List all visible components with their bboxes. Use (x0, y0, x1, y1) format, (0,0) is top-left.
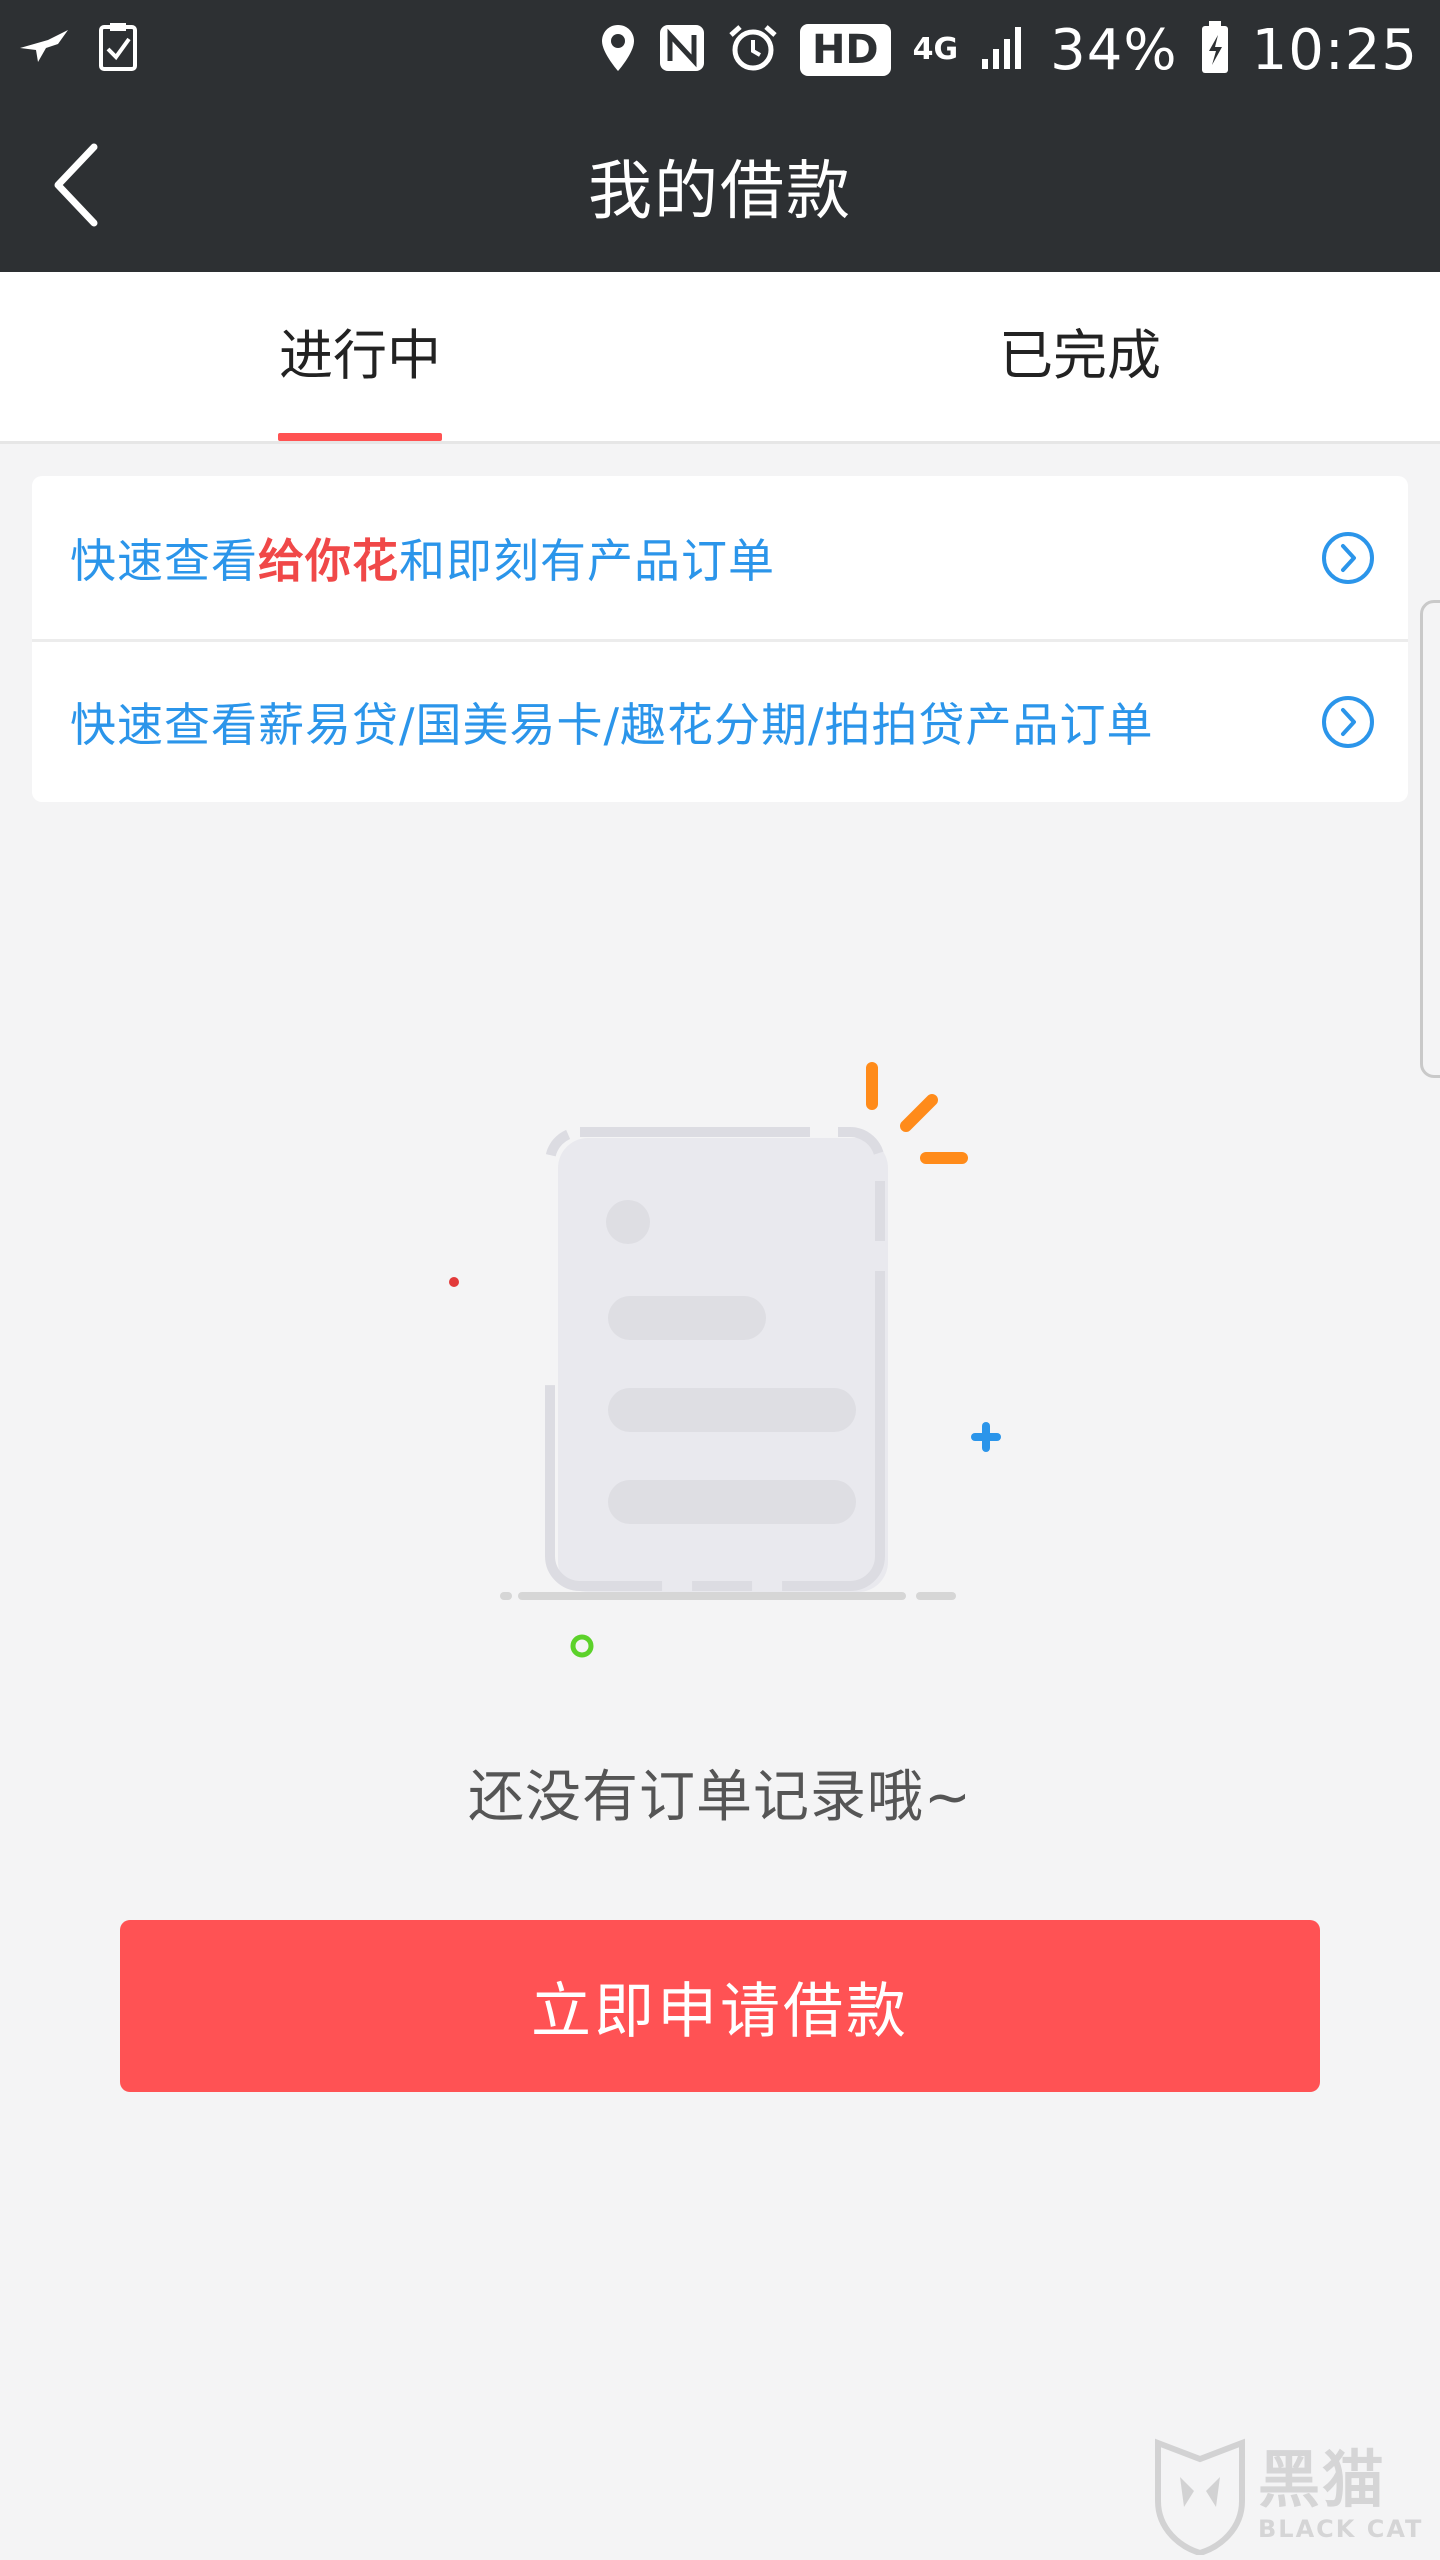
network-type: 4G (912, 32, 959, 67)
clipboard-check-icon (98, 21, 138, 79)
black-cat-logo-icon (1155, 2438, 1245, 2555)
location-icon (600, 23, 636, 77)
nfc-icon (658, 23, 706, 77)
tab-completed[interactable]: 已完成 (720, 272, 1440, 441)
red-dot (449, 1277, 459, 1287)
active-tab-indicator (278, 433, 442, 441)
quick-link-row-geinihua[interactable]: 快速查看给你花和即刻有产品订单 (32, 476, 1408, 639)
bird-app-icon (18, 26, 72, 74)
sparkle-icon (866, 1062, 968, 1164)
quick-link-row-partners[interactable]: 快速查看薪易贷/国美易卡/趣花分期/拍拍贷产品订单 (32, 639, 1408, 802)
watermark-text: 黑猫 BLACK CAT (1258, 2443, 1424, 2544)
alarm-icon (728, 23, 778, 77)
black-cat-watermark: 黑猫 BLACK CAT (1150, 2432, 1440, 2560)
tab-bar: 进行中 已完成 (0, 272, 1440, 444)
quick-links-card: 快速查看给你花和即刻有产品订单 快速查看薪易贷/国美易卡/趣花分期/拍拍贷产品订… (32, 476, 1408, 802)
empty-document-illustration (449, 1062, 1001, 1658)
quick-link-prefix: 快速查看 (70, 533, 258, 588)
chevron-right-circle-icon (1322, 531, 1374, 584)
clock: 10:25 (1251, 17, 1418, 83)
status-bar: HD 4G 34% 10:25 (0, 0, 1440, 100)
nav-header: 我的借款 (0, 100, 1440, 272)
watermark-cn: 黑猫 (1258, 2443, 1387, 2516)
chevron-right-circle-icon (1322, 696, 1374, 748)
signal-icon (980, 25, 1028, 75)
tab-in-progress[interactable]: 进行中 (0, 272, 720, 441)
green-ring (570, 1634, 594, 1658)
watermark-en: BLACK CAT (1258, 2515, 1424, 2543)
quick-link-suffix: 和即刻有产品订单 (399, 533, 775, 588)
side-drawer-handle[interactable] (1420, 600, 1440, 1078)
quick-link-text: 快速查看给你花和即刻有产品订单 (70, 525, 775, 591)
status-left (18, 21, 138, 79)
tab-label: 已完成 (999, 324, 1161, 387)
status-right: HD 4G 34% 10:25 (600, 18, 1418, 83)
apply-loan-button[interactable]: 立即申请借款 (120, 1920, 1320, 2092)
battery-charging-icon (1200, 21, 1230, 79)
empty-state-message: 还没有订单记录哦~ (468, 1765, 972, 1830)
quick-link-text: 快速查看薪易贷/国美易卡/趣花分期/拍拍贷产品订单 (70, 698, 1154, 752)
plus-icon (971, 1422, 1001, 1452)
battery-percent: 34% (1050, 17, 1178, 83)
quick-link-highlight: 给你花 (258, 533, 399, 588)
tab-label: 进行中 (279, 324, 441, 387)
page-title: 我的借款 (588, 155, 852, 229)
hd-badge: HD (799, 24, 891, 76)
